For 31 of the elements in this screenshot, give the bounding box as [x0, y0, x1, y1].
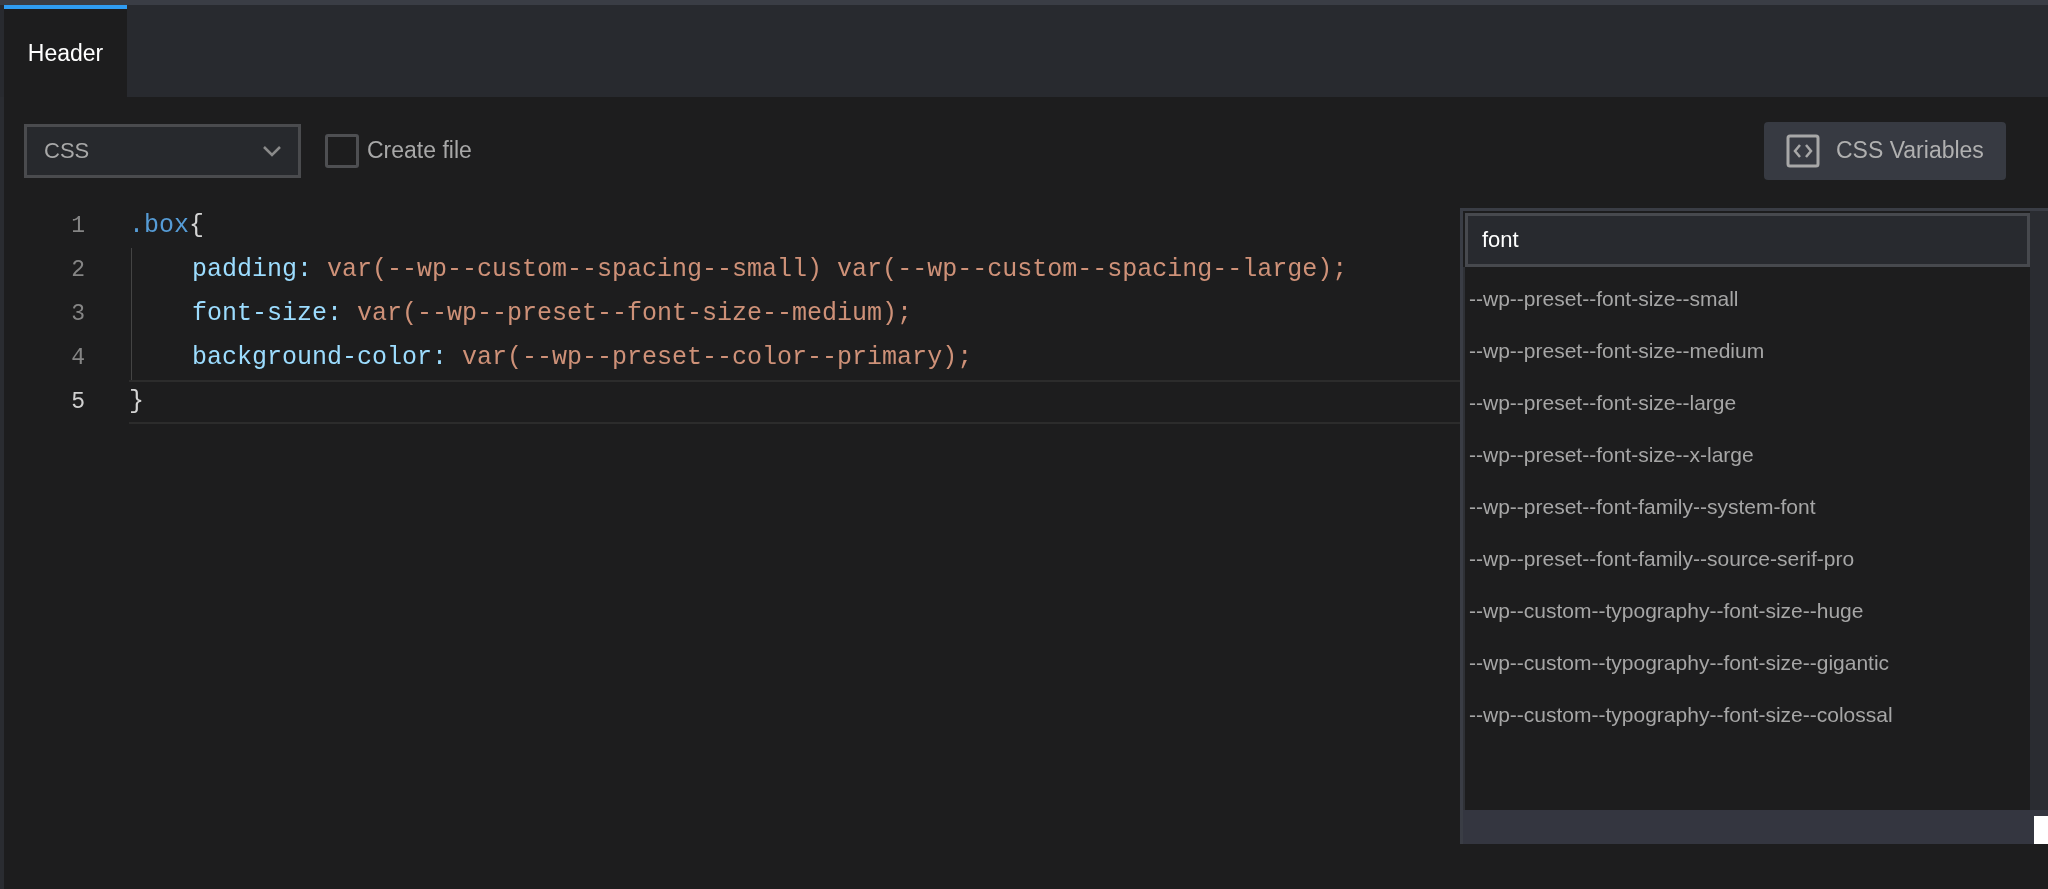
- code-brackets-icon: [1786, 133, 1820, 168]
- variable-option[interactable]: --wp--custom--typography--font-size--huge: [1465, 585, 2030, 637]
- variable-option[interactable]: --wp--preset--font-size--x-large: [1465, 429, 2030, 481]
- tab[interactable]: Header: [4, 5, 127, 97]
- code-line: background-color: var(--wp--preset--color--primary);: [131, 336, 973, 380]
- horizontal-scrollbar[interactable]: [1463, 810, 2048, 844]
- line-number: 4: [70, 345, 86, 371]
- line-number: 3: [70, 301, 86, 327]
- vertical-scrollbar[interactable]: [2030, 267, 2048, 810]
- css-variables-button[interactable]: CSS Variables: [1764, 121, 2006, 180]
- line-number: 5: [70, 389, 86, 415]
- vertical-scrollbar[interactable]: [2030, 211, 2048, 267]
- code-line: padding: var(--wp--custom--spacing--small) var(--wp--custom--spacing--large);: [131, 248, 1348, 292]
- chevron-down-icon: [262, 144, 282, 157]
- checkbox[interactable]: [325, 133, 359, 168]
- variable-option[interactable]: --wp--custom--typography--font-size--gigantic: [1465, 637, 2030, 689]
- variable-option[interactable]: --wp--preset--font-size--small: [1465, 273, 2030, 325]
- scrollbar-thumb[interactable]: [2034, 816, 2048, 844]
- code-line: }: [129, 386, 144, 418]
- code-line: font-size: var(--wp--preset--font-size--medium);: [131, 292, 913, 336]
- variable-option[interactable]: --wp--preset--font-size--large: [1465, 377, 2030, 429]
- variable-option[interactable]: --wp--custom--typography--font-size--colossal: [1465, 689, 2030, 741]
- line-number: 1: [70, 213, 86, 239]
- code-line: .box{: [129, 210, 205, 242]
- line-number: 2: [70, 257, 86, 283]
- search-field[interactable]: font: [1465, 213, 2030, 267]
- checkbox-label[interactable]: Create file: [367, 137, 472, 164]
- variable-option[interactable]: --wp--preset--font-family--source-serif-pro: [1465, 533, 2030, 585]
- variable-option[interactable]: --wp--preset--font-size--medium: [1465, 325, 2030, 377]
- variable-option[interactable]: --wp--preset--font-family--system-font: [1465, 481, 2030, 533]
- language-select[interactable]: CSS: [24, 123, 301, 178]
